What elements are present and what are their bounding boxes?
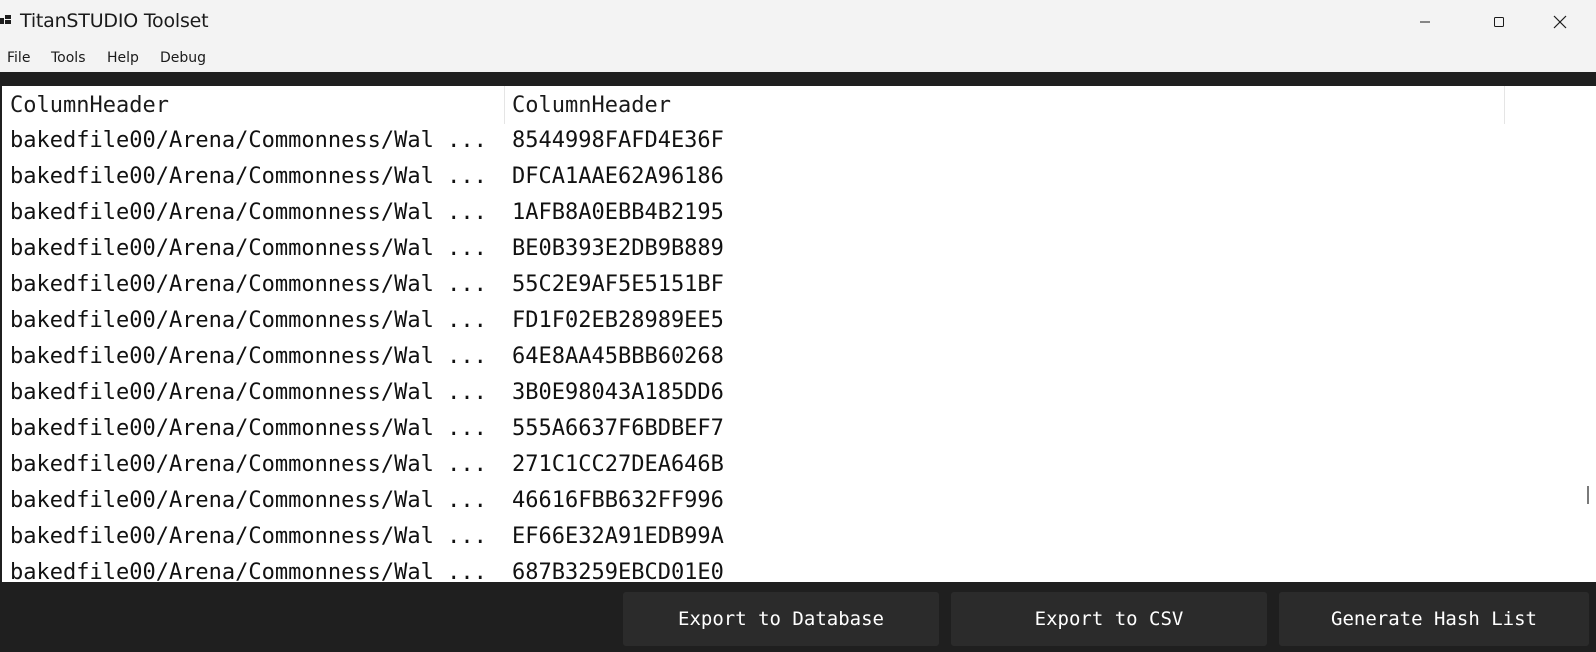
menu-file[interactable]: File — [7, 50, 30, 66]
file-path: bakedfile00/Arena/Commonness/Wal ... — [10, 488, 487, 513]
close-icon — [1553, 15, 1567, 29]
file-hash: 55C2E9AF5E5151BF — [512, 272, 724, 297]
file-hash: 64E8AA45BBB60268 — [512, 344, 724, 369]
file-path: bakedfile00/Arena/Commonness/Wal ... — [10, 164, 487, 189]
vertical-scrollbar[interactable] — [1587, 486, 1589, 504]
list-item[interactable]: bakedfile00/Arena/Commonness/Wal ... 1AF… — [2, 196, 1506, 232]
action-bar: Export to Database Export to CSV Generat… — [0, 582, 1596, 652]
minimize-button[interactable] — [1389, 0, 1461, 44]
list-item[interactable]: bakedfile00/Arena/Commonness/Wal ... EF6… — [2, 520, 1506, 556]
minimize-icon — [1420, 21, 1430, 23]
menu-debug[interactable]: Debug — [160, 50, 206, 66]
file-path: bakedfile00/Arena/Commonness/Wal ... — [10, 236, 487, 261]
file-path: bakedfile00/Arena/Commonness/Wal ... — [10, 308, 487, 333]
file-hash: 46616FBB632FF996 — [512, 488, 724, 513]
file-hash: BE0B393E2DB9B889 — [512, 236, 724, 261]
file-path: bakedfile00/Arena/Commonness/Wal ... — [10, 344, 487, 369]
list-item[interactable]: bakedfile00/Arena/Commonness/Wal ... 271… — [2, 448, 1506, 484]
file-hash: 3B0E98043A185DD6 — [512, 380, 724, 405]
menu-bar: File Tools Help Debug — [0, 44, 1596, 72]
file-hash: EF66E32A91EDB99A — [512, 524, 724, 549]
list-item[interactable]: bakedfile00/Arena/Commonness/Wal ... FD1… — [2, 304, 1506, 340]
file-hash: 1AFB8A0EBB4B2195 — [512, 200, 724, 225]
file-hash: FD1F02EB28989EE5 — [512, 308, 724, 333]
list-header: ColumnHeader ColumnHeader — [2, 86, 1506, 124]
file-hash: 687B3259EBCD01E0 — [512, 560, 724, 582]
column-header-hash[interactable]: ColumnHeader — [504, 86, 1504, 124]
list-item[interactable]: bakedfile00/Arena/Commonness/Wal ... DFC… — [2, 160, 1506, 196]
file-path: bakedfile00/Arena/Commonness/Wal ... — [10, 452, 487, 477]
column-separator[interactable] — [1504, 86, 1505, 124]
list-item[interactable]: bakedfile00/Arena/Commonness/Wal ... 466… — [2, 484, 1506, 520]
list-item[interactable]: bakedfile00/Arena/Commonness/Wal ... 555… — [2, 412, 1506, 448]
generate-hash-list-button[interactable]: Generate Hash List — [1279, 592, 1589, 646]
list-item[interactable]: bakedfile00/Arena/Commonness/Wal ... 64E… — [2, 340, 1506, 376]
toolbar-strip — [0, 72, 1596, 86]
file-hash: 271C1CC27DEA646B — [512, 452, 724, 477]
maximize-icon — [1494, 17, 1504, 27]
hash-list-view[interactable]: ColumnHeader ColumnHeader bakedfile00/Ar… — [0, 86, 1596, 582]
file-hash: DFCA1AAE62A96186 — [512, 164, 724, 189]
file-path: bakedfile00/Arena/Commonness/Wal ... — [10, 416, 487, 441]
file-path: bakedfile00/Arena/Commonness/Wal ... — [10, 524, 487, 549]
file-hash: 555A6637F6BDBEF7 — [512, 416, 724, 441]
menu-help[interactable]: Help — [107, 50, 139, 66]
file-hash: 8544998FAFD4E36F — [512, 128, 724, 153]
title-bar[interactable]: TitanSTUDIO Toolset — [0, 0, 1596, 44]
file-path: bakedfile00/Arena/Commonness/Wal ... — [10, 200, 487, 225]
export-to-csv-button[interactable]: Export to CSV — [951, 592, 1267, 646]
app-icon — [0, 14, 12, 26]
close-button[interactable] — [1524, 0, 1596, 44]
list-item[interactable]: bakedfile00/Arena/Commonness/Wal ... 854… — [2, 124, 1506, 160]
window-title: TitanSTUDIO Toolset — [20, 10, 209, 32]
file-path: bakedfile00/Arena/Commonness/Wal ... — [10, 560, 487, 582]
list-item[interactable]: bakedfile00/Arena/Commonness/Wal ... 3B0… — [2, 376, 1506, 412]
column-header-path[interactable]: ColumnHeader — [2, 86, 504, 124]
menu-tools[interactable]: Tools — [51, 50, 86, 66]
export-to-database-button[interactable]: Export to Database — [623, 592, 939, 646]
list-item[interactable]: bakedfile00/Arena/Commonness/Wal ... BE0… — [2, 232, 1506, 268]
file-path: bakedfile00/Arena/Commonness/Wal ... — [10, 272, 487, 297]
file-path: bakedfile00/Arena/Commonness/Wal ... — [10, 380, 487, 405]
file-path: bakedfile00/Arena/Commonness/Wal ... — [10, 128, 487, 153]
list-item[interactable]: bakedfile00/Arena/Commonness/Wal ... 687… — [2, 556, 1506, 582]
list-item[interactable]: bakedfile00/Arena/Commonness/Wal ... 55C… — [2, 268, 1506, 304]
